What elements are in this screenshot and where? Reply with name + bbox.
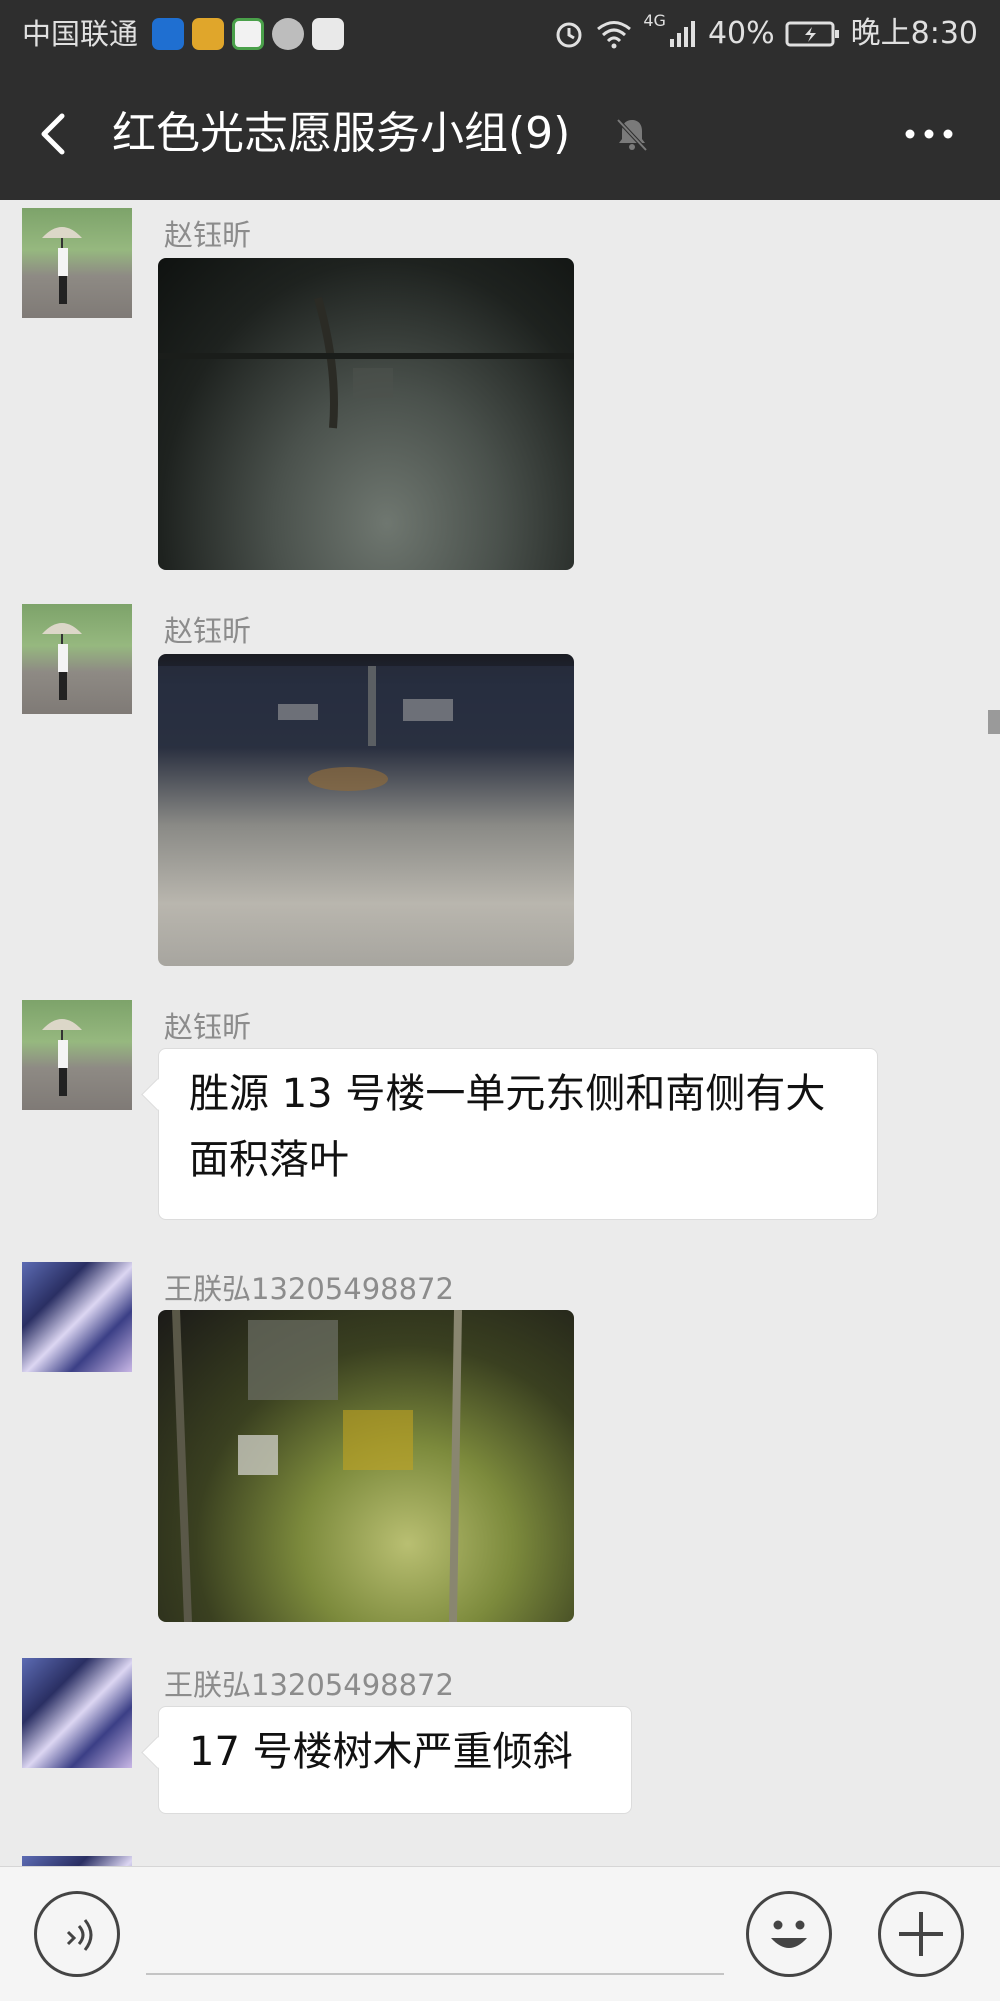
plus-icon	[899, 1912, 943, 1956]
chat-header: 红色光志愿服务小组(9)	[0, 68, 1000, 200]
umbrella-person-avatar[interactable]	[22, 1000, 132, 1110]
sender-name: 赵钰昕	[164, 218, 252, 252]
image-message[interactable]	[158, 258, 574, 570]
message-list[interactable]: 赵钰昕 赵钰昕 赵钰昕 胜源 13 号楼一单元东侧和南侧有大面积落叶 王朕弘13…	[0, 200, 1000, 1866]
image-message[interactable]	[158, 654, 574, 966]
voice-button[interactable]	[34, 1891, 120, 1977]
sender-name: 王朕弘13205498872	[164, 1272, 454, 1306]
wifi-icon	[597, 21, 632, 49]
battery-icon	[785, 21, 839, 47]
clock: 晚上8:30	[850, 16, 978, 51]
muted-bell-icon	[612, 114, 652, 154]
message-input[interactable]	[146, 1899, 724, 1975]
back-button[interactable]	[26, 102, 86, 166]
network-type: 4G	[643, 11, 666, 30]
sender-name: 赵钰昕	[164, 1010, 252, 1044]
browser-app-icon	[232, 18, 265, 50]
news-app-icon	[192, 18, 225, 50]
scrollbar-thumb[interactable]	[988, 710, 1000, 734]
umbrella-person-avatar[interactable]	[22, 604, 132, 714]
emoji-icon	[771, 1920, 807, 1948]
plus-button[interactable]	[878, 1891, 964, 1977]
status-bar: 中国联通 4G 40% 晚上8:30	[0, 0, 1000, 68]
huawei-icon	[272, 18, 305, 50]
umbrella-person-avatar[interactable]	[22, 208, 132, 318]
battery-percent: 40%	[707, 16, 775, 51]
image-message[interactable]	[158, 1310, 574, 1622]
sender-name: 赵钰昕	[164, 614, 252, 648]
carrier-name: 中国联通	[22, 17, 139, 51]
anime-avatar[interactable]	[22, 1262, 132, 1372]
more-options-button[interactable]	[894, 108, 964, 160]
voice-icon	[66, 1919, 93, 1951]
chat-input-bar	[0, 1866, 1000, 2001]
shield-app-icon	[152, 18, 185, 50]
text-message-bubble[interactable]: 胜源 13 号楼一单元东侧和南侧有大面积落叶	[158, 1048, 878, 1220]
more-dots-icon	[905, 129, 953, 139]
anime-avatar[interactable]	[22, 1856, 132, 1866]
video-app-icon	[312, 18, 345, 50]
text-message-bubble[interactable]: 17 号楼树木严重倾斜	[158, 1706, 632, 1814]
emoji-button[interactable]	[746, 1891, 832, 1977]
alarm-icon	[556, 22, 582, 48]
sender-name: 王朕弘13205498872	[164, 1668, 454, 1702]
signal-icon	[669, 21, 695, 47]
status-right: 4G 40% 晚上8:30	[553, 12, 978, 56]
status-left: 中国联通	[22, 12, 345, 56]
chat-title: 红色光志愿服务小组(9)	[112, 108, 571, 159]
chevron-left-icon	[41, 113, 65, 155]
anime-avatar[interactable]	[22, 1658, 132, 1768]
